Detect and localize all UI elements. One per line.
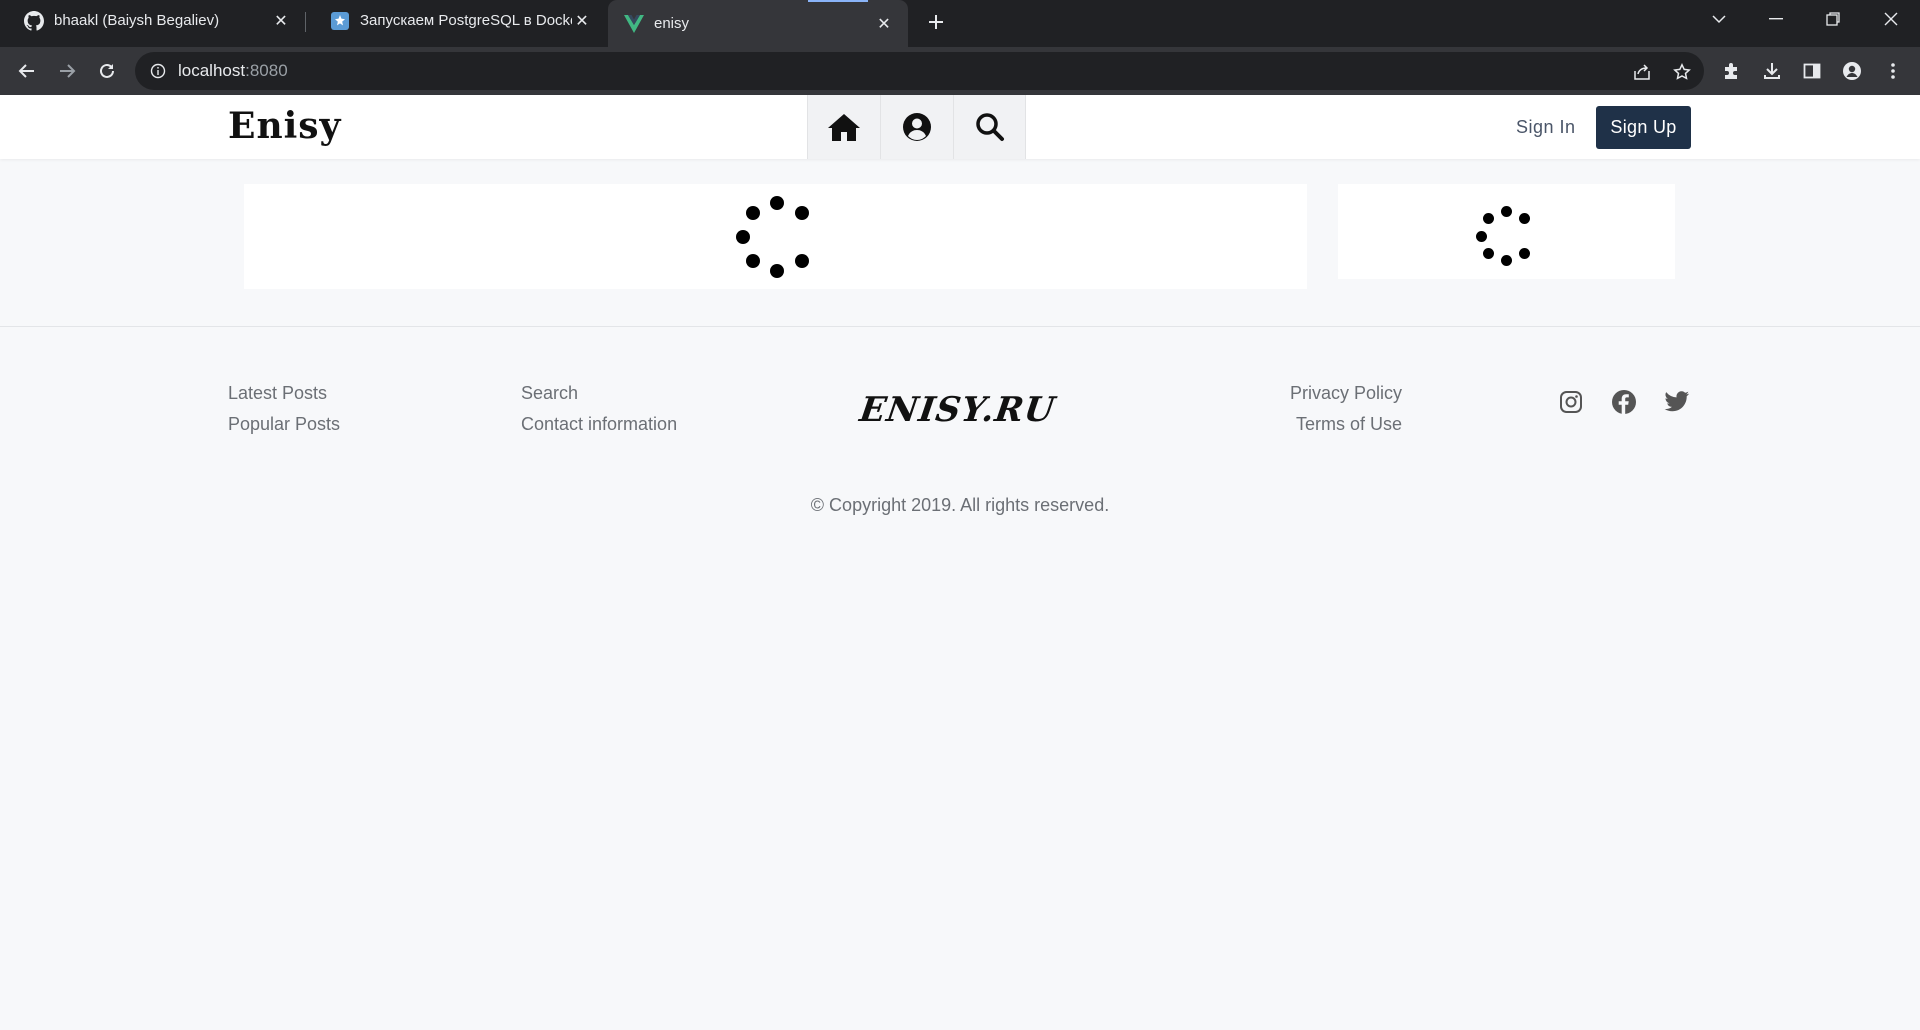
user-circle-icon [903,113,931,141]
url-port: :8080 [245,61,288,80]
forward-button[interactable] [53,57,81,85]
copyright-text: © Copyright 2019. All rights reserved. [810,495,1110,515]
profile-button[interactable] [1838,57,1866,85]
address-bar[interactable]: localhost:8080 [135,52,1704,90]
vue-icon [624,14,644,34]
close-icon[interactable]: ✕ [572,11,592,31]
nav-profile-button[interactable] [880,95,953,159]
nav-search-button[interactable] [953,95,1026,159]
star-icon[interactable] [1672,62,1692,82]
tab-enisy[interactable]: enisy ✕ [608,0,908,47]
footer-link-latest-posts[interactable]: Latest Posts [228,383,327,404]
share-icon[interactable] [1632,62,1652,82]
tab-postgres[interactable]: Запускаем PostgreSQL в Docker ✕ [306,0,606,41]
footer-divider [0,326,1920,327]
puzzle-icon [1725,63,1737,79]
tab-title: bhaakl (Baiysh Begaliev) [54,12,220,29]
habr-icon [330,11,350,31]
new-tab-button[interactable] [922,8,950,36]
posts-card [244,184,1307,289]
minimize-button[interactable] [1754,0,1798,38]
url-text: localhost:8080 [178,61,288,81]
browser-tab-strip: bhaakl (Baiysh Begaliev) ✕ Запускаем Pos… [0,0,1920,47]
instagram-icon[interactable] [1558,389,1584,415]
download-icon [1764,63,1780,79]
reload-icon [100,63,114,78]
twitter-icon[interactable] [1664,389,1690,415]
chevron-down-icon [1712,15,1726,24]
reload-button[interactable] [93,57,121,85]
url-host: localhost [178,61,246,80]
downloads-button[interactable] [1758,57,1786,85]
tab-title: Запускаем PostgreSQL в Docker [360,12,572,29]
tab-search-button[interactable] [1697,0,1741,38]
side-panel-button[interactable] [1798,57,1826,85]
tab-title: enisy [654,15,690,32]
plus-icon [929,15,943,29]
info-icon[interactable] [150,63,166,79]
site-logo[interactable]: Enisy [228,105,341,147]
close-icon [1884,12,1898,26]
sign-up-button[interactable]: Sign Up [1596,106,1691,149]
loading-spinner [734,196,814,278]
close-window-button[interactable] [1869,0,1913,38]
close-icon[interactable]: ✕ [271,11,291,31]
close-icon[interactable]: ✕ [874,14,894,34]
arrow-right-icon [60,64,76,78]
site-header: Enisy Sign In Sign Up [0,95,1920,159]
tab-activity-indicator [808,0,868,2]
restore-icon [1826,12,1840,26]
arrow-left-icon [18,64,34,78]
footer-link-popular-posts[interactable]: Popular Posts [228,414,340,435]
nav-home-button[interactable] [807,95,880,159]
facebook-icon[interactable] [1611,389,1637,415]
sign-in-link[interactable]: Sign In [1516,117,1576,138]
loading-spinner [1474,206,1534,266]
tab-github[interactable]: bhaakl (Baiysh Begaliev) ✕ [0,0,305,41]
back-button[interactable] [13,57,41,85]
footer-link-terms[interactable]: Terms of Use [1296,414,1402,435]
footer-link-contact[interactable]: Contact information [521,414,677,435]
footer-link-privacy[interactable]: Privacy Policy [1290,383,1402,404]
github-icon [24,10,44,31]
footer-logo[interactable]: ENISY.RU [857,390,1058,430]
footer-link-search[interactable]: Search [521,383,578,404]
sidebar-card [1338,184,1675,279]
extensions-button[interactable] [1717,57,1745,85]
minimize-icon [1769,18,1783,20]
home-icon [828,114,860,141]
profile-icon [1843,62,1861,80]
kebab-menu-icon [1891,63,1895,79]
restore-button[interactable] [1811,0,1855,38]
menu-button[interactable] [1879,57,1907,85]
search-icon [975,113,1004,141]
main-nav [807,95,1026,159]
side-panel-icon [1803,63,1821,79]
browser-toolbar: localhost:8080 [0,47,1920,95]
